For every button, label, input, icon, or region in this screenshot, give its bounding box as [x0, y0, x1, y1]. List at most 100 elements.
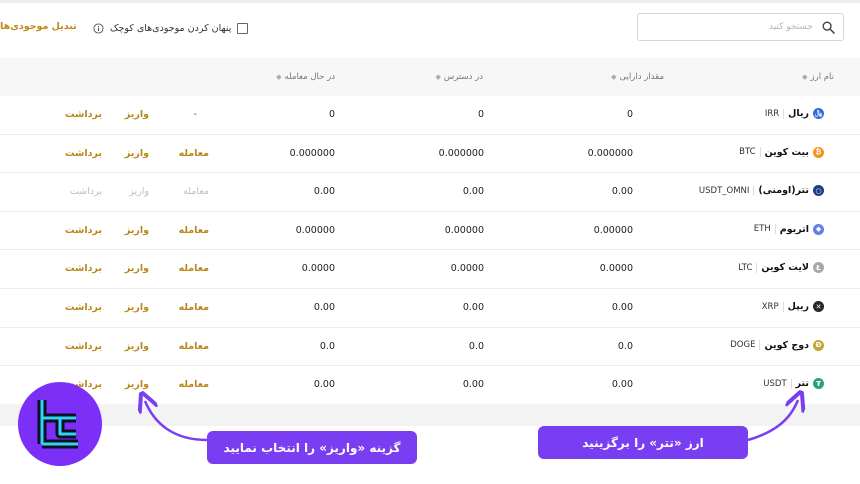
withdraw-link[interactable]: برداشت: [65, 225, 102, 236]
info-icon[interactable]: [93, 22, 104, 34]
trade-link[interactable]: -: [194, 109, 197, 120]
search-input[interactable]: [645, 18, 813, 36]
deposit-link[interactable]: واریز: [125, 225, 149, 236]
brand-logo-icon: [37, 400, 78, 449]
balance-value: 0.0000: [599, 263, 633, 275]
available-value: 0.00000: [444, 224, 484, 236]
asset-code: IRR: [764, 108, 780, 119]
asset-separator: [759, 147, 761, 158]
asset-name: ریپل: [787, 301, 809, 312]
withdraw-link[interactable]: برداشت: [65, 263, 102, 274]
header-available-label: در دسترس: [443, 72, 483, 82]
coin-icon: Ł: [813, 262, 824, 274]
table-row[interactable]: ○ تتر(اومنی) USDT_OMNI 0.00 0.00 0.00 مع…: [0, 173, 860, 212]
asset-separator: [782, 301, 784, 312]
coin-icon: ✕: [813, 301, 824, 312]
in-trade-value: 0.00: [313, 302, 335, 313]
hide-small-checkbox[interactable]: [237, 22, 249, 34]
sort-icon: ◆: [802, 73, 808, 81]
sort-icon: ◆: [611, 73, 617, 81]
wallet-panel: پنهان کردن موجودی‌های کوچک تبدیل موجودی‌…: [0, 0, 860, 412]
asset-separator: [759, 340, 761, 351]
balance-value: 0.0: [617, 340, 633, 352]
in-trade-value: 0.00000: [295, 224, 335, 236]
header-available[interactable]: در دسترس◆: [435, 72, 483, 82]
table-row[interactable]: Ð دوج کوین DOGE 0.0 0.0 0.0 معامله واریز…: [0, 328, 860, 367]
asset-separator: [783, 108, 785, 119]
deposit-link[interactable]: واریز: [129, 186, 149, 197]
table-row[interactable]: Ł لایت کوین LTC 0.0000 0.0000 0.0000 معا…: [0, 250, 860, 289]
asset-separator: [790, 378, 792, 389]
header-balance[interactable]: مقدار دارایی◆: [611, 72, 664, 82]
trade-link[interactable]: معامله: [179, 225, 209, 236]
coin-icon: Ð: [813, 339, 824, 351]
withdraw-link[interactable]: برداشت: [65, 109, 102, 120]
asset-name: ریال: [788, 108, 809, 119]
deposit-link[interactable]: واریز: [125, 341, 149, 352]
coin-icon: ₮: [813, 378, 824, 390]
coin-icon: ◆: [813, 223, 824, 235]
search-box[interactable]: [637, 13, 844, 41]
balance-value: 0.00: [611, 379, 633, 391]
trade-link[interactable]: معامله: [179, 379, 209, 390]
asset-name: لایت کوین: [761, 262, 809, 274]
asset-code: USDT_OMNI: [698, 185, 750, 196]
available-value: 0: [477, 109, 484, 120]
search-icon[interactable]: [822, 21, 835, 34]
asset-cell[interactable]: ₮ تتر USDT: [763, 378, 824, 390]
asset-cell[interactable]: ○ تتر(اومنی) USDT_OMNI: [698, 185, 824, 197]
available-value: 0.0000: [450, 263, 484, 275]
balance-value: 0.00000: [593, 224, 633, 236]
coin-icon: ₿: [813, 146, 824, 158]
asset-cell[interactable]: ◆ اتریوم ETH: [754, 223, 824, 235]
available-value: 0.00: [462, 379, 484, 391]
in-trade-value: 0.00: [313, 186, 335, 198]
available-value: 0.000000: [438, 147, 484, 159]
deposit-link[interactable]: واریز: [125, 148, 149, 159]
asset-cell[interactable]: ₿ بیت کوین BTC: [739, 146, 824, 158]
available-value: 0.00: [462, 186, 484, 198]
trade-link[interactable]: معامله: [183, 186, 209, 197]
asset-code: USDT: [763, 378, 787, 389]
trade-link[interactable]: معامله: [179, 302, 209, 313]
in-trade-value: 0: [328, 109, 335, 120]
deposit-link[interactable]: واریز: [125, 109, 149, 120]
trade-link[interactable]: معامله: [179, 341, 209, 352]
asset-separator: [753, 185, 755, 196]
header-currency[interactable]: نام ارز◆: [802, 72, 834, 82]
header-in-trade[interactable]: در حال معامله◆: [276, 72, 335, 82]
callout-select-deposit: گزینه «واریز» را انتخاب نمایید: [207, 431, 417, 464]
in-trade-value: 0.00: [313, 379, 335, 391]
hide-small-balances[interactable]: پنهان کردن موجودی‌های کوچک: [93, 20, 249, 36]
withdraw-link[interactable]: برداشت: [65, 302, 102, 313]
withdraw-link[interactable]: برداشت: [65, 341, 102, 352]
coin-icon: ﷼: [813, 108, 824, 119]
asset-code: XRP: [761, 301, 779, 312]
table-row[interactable]: ₿ بیت کوین BTC 0.000000 0.000000 0.00000…: [0, 135, 860, 174]
withdraw-link[interactable]: برداشت: [70, 186, 102, 197]
table-row[interactable]: ﷼ ریال IRR 0 0 0 - واریز برداشت: [0, 96, 860, 135]
trade-link[interactable]: معامله: [179, 263, 209, 274]
footer-band: [0, 404, 860, 426]
table-row[interactable]: ◆ اتریوم ETH 0.00000 0.00000 0.00000 معا…: [0, 212, 860, 251]
asset-name: اتریوم: [779, 223, 809, 235]
top-divider: [0, 0, 860, 3]
trade-link[interactable]: معامله: [179, 148, 209, 159]
deposit-link[interactable]: واریز: [125, 379, 149, 390]
asset-name: بیت کوین: [764, 146, 809, 158]
available-value: 0.0: [468, 340, 484, 352]
asset-name: دوج کوین: [764, 339, 809, 351]
asset-code: LTC: [738, 262, 753, 273]
deposit-link[interactable]: واریز: [125, 263, 149, 274]
asset-cell[interactable]: ✕ ریپل XRP: [762, 301, 824, 312]
hide-small-label: پنهان کردن موجودی‌های کوچک: [110, 22, 232, 34]
header-in-trade-label: در حال معامله: [284, 72, 335, 82]
withdraw-link[interactable]: برداشت: [65, 148, 102, 159]
asset-cell[interactable]: Ł لایت کوین LTC: [738, 262, 824, 274]
asset-cell[interactable]: ﷼ ریال IRR: [765, 108, 824, 119]
convert-balances-link[interactable]: تبدیل موجودی‌ها: [0, 21, 77, 32]
asset-cell[interactable]: Ð دوج کوین DOGE: [730, 339, 824, 351]
table-row[interactable]: ✕ ریپل XRP 0.00 0.00 0.00 معامله واریز ب…: [0, 289, 860, 328]
table-row[interactable]: ₮ تتر USDT 0.00 0.00 0.00 معامله واریز ب…: [0, 366, 860, 405]
deposit-link[interactable]: واریز: [125, 302, 149, 313]
